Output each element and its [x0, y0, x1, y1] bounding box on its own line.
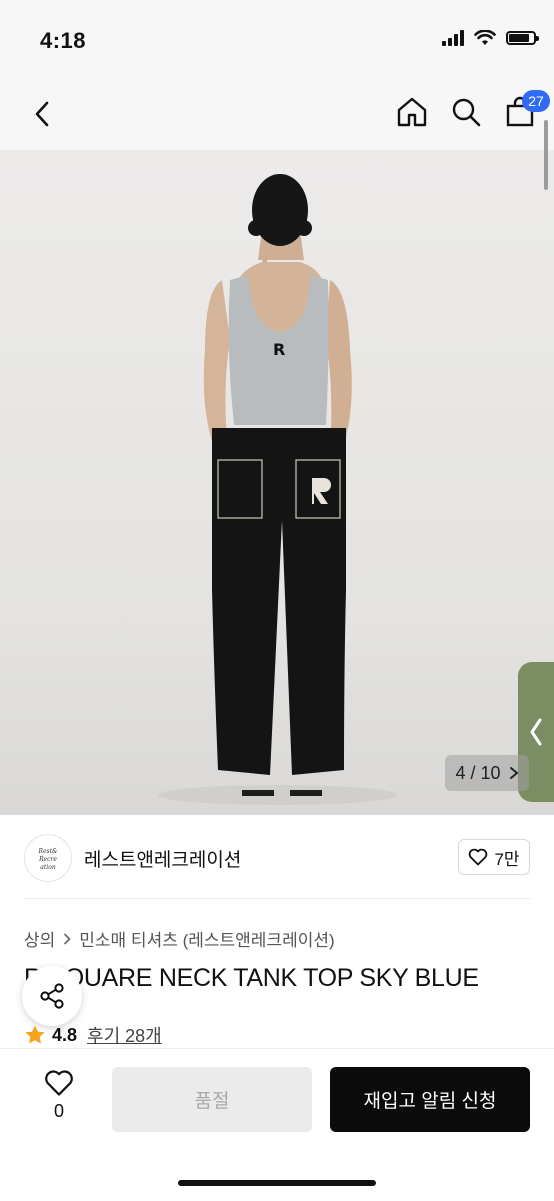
model-photo: R — [158, 174, 398, 805]
breadcrumb-category[interactable]: 상의 — [24, 926, 55, 951]
product-image[interactable]: R — [0, 150, 554, 815]
home-button[interactable] — [394, 92, 430, 132]
status-bar: 4:18 — [0, 0, 554, 80]
cart-count-badge: 27 — [522, 90, 550, 112]
brand-logo-mark: Rest& Recre ation — [38, 848, 59, 871]
chevron-right-icon — [64, 932, 71, 945]
star-icon — [25, 1025, 45, 1044]
status-icons — [442, 30, 539, 46]
image-counter[interactable]: 4 / 10 — [445, 755, 529, 791]
rating-row: 4.8 후기 28개 — [24, 1022, 162, 1048]
nav-actions: 27 — [394, 90, 550, 132]
divider — [24, 898, 530, 899]
brand-row[interactable]: Rest& Recre ation 레스트앤레크레이션 7만 — [24, 832, 530, 882]
heart-icon — [45, 1070, 73, 1096]
svg-text:ation: ation — [40, 864, 56, 871]
wifi-icon — [474, 30, 496, 45]
wishlist-count: 0 — [53, 1101, 64, 1121]
product-title: R SQUARE NECK TANK TOP SKY BLUE — [24, 964, 479, 992]
share-button[interactable] — [22, 966, 82, 1026]
back-button[interactable] — [26, 96, 58, 132]
chevron-right-icon — [509, 767, 519, 779]
cart-button[interactable]: 27 — [502, 90, 550, 132]
status-time: 4:18 — [40, 28, 87, 53]
chevron-left-icon — [35, 101, 49, 127]
chevron-left-icon — [530, 718, 542, 746]
nav-bar: 27 — [0, 80, 554, 150]
home-indicator — [178, 1180, 376, 1186]
share-icon — [40, 983, 64, 1009]
image-counter-text: 4 / 10 — [455, 762, 501, 783]
svg-text:R: R — [273, 340, 285, 359]
signal-icon — [442, 30, 464, 46]
heart-icon — [469, 848, 488, 866]
rating-value: 4.8 — [52, 1024, 78, 1045]
brand-like-button[interactable]: 7만 — [458, 839, 530, 875]
breadcrumb-subcategory[interactable]: 민소매 티셔츠 (레스트앤레크레이션) — [79, 926, 334, 951]
search-button[interactable] — [448, 92, 484, 132]
scroll-indicator — [544, 120, 548, 190]
bottom-action-bar: 0 품절 재입고 알림 신청 — [0, 1048, 554, 1201]
svg-text:Recre: Recre — [38, 856, 57, 863]
soldout-button: 품절 — [112, 1067, 312, 1132]
wishlist-button[interactable]: 0 — [36, 1069, 82, 1129]
battery-icon — [506, 31, 539, 45]
breadcrumb: 상의 민소매 티셔츠 (레스트앤레크레이션) — [24, 926, 335, 951]
svg-text:Rest&: Rest& — [38, 848, 59, 855]
search-icon — [452, 98, 481, 127]
brand-like-count: 7만 — [494, 849, 520, 869]
review-link[interactable]: 후기 28개 — [87, 1022, 162, 1048]
home-icon — [397, 97, 427, 127]
restock-alert-button[interactable]: 재입고 알림 신청 — [330, 1067, 530, 1132]
brand-logo[interactable]: Rest& Recre ation — [24, 834, 72, 882]
brand-name[interactable]: 레스트앤레크레이션 — [84, 845, 241, 872]
